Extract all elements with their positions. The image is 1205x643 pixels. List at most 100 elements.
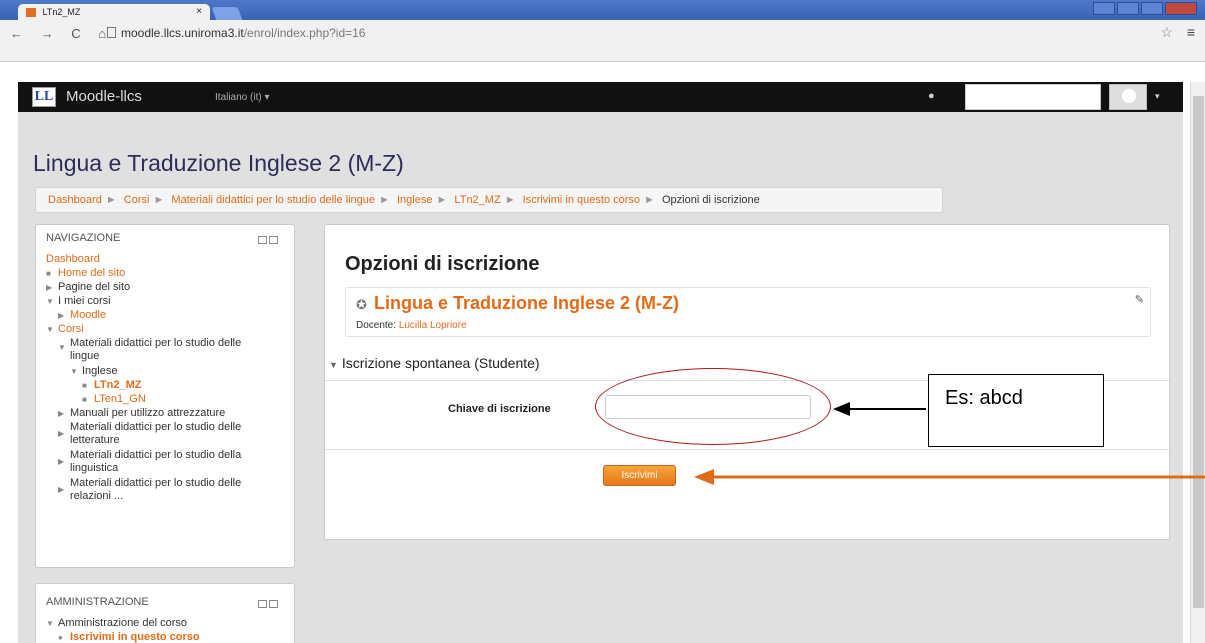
browser-nav-buttons[interactable]: ← → C ⌂	[10, 26, 113, 41]
nav-item-ltn2[interactable]: ■ LTn2_MZ	[46, 379, 246, 393]
nav-label: Corsi	[58, 323, 84, 335]
breadcrumb-current: Opzioni di iscrizione	[661, 194, 760, 206]
admin-label: Amministrazione del corso	[58, 617, 187, 629]
dock-icon[interactable]	[269, 600, 278, 608]
admin-item-course[interactable]: ▼ Amministrazione del corso	[46, 617, 200, 631]
nav-label: Pagine del sito	[58, 281, 131, 293]
user-icon[interactable]	[1093, 2, 1115, 15]
breadcrumb-item[interactable]: Materiali didattici per lo studio delle …	[171, 194, 375, 206]
page-heading: Opzioni di iscrizione	[345, 253, 540, 275]
address-bar[interactable]: moodle.llcs.uniroma3.it/enrol/index.php?…	[107, 26, 365, 40]
collapse-icon[interactable]	[258, 236, 267, 244]
breadcrumb-separator-icon: ►	[504, 194, 516, 206]
breadcrumb-separator-icon: ►	[644, 194, 655, 206]
nav-label: Manuali per utilizzo attrezzature	[70, 407, 226, 419]
teacher-link[interactable]: Lucilla Lopriore	[399, 320, 467, 331]
dock-icon[interactable]	[269, 236, 278, 244]
expand-icon: ▶	[58, 485, 65, 494]
divider	[325, 449, 1169, 450]
nav-item-dashboard[interactable]: Dashboard	[46, 253, 246, 267]
browser-toolbar: ← → C ⌂ moodle.llcs.uniroma3.it/enrol/in…	[0, 20, 1205, 62]
page-scrollbar[interactable]	[1190, 82, 1205, 643]
moodle-navbar: LL Moodle-llcs Italiano (it) ▾ ● ▾	[18, 82, 1183, 112]
nav-item-letterature[interactable]: ▶ Materiali didattici per lo studio delle…	[46, 421, 246, 449]
tab-close-icon[interactable]: ×	[196, 6, 202, 17]
expand-icon: ▶	[46, 283, 53, 292]
close-window-icon[interactable]	[1165, 2, 1197, 15]
bullet-icon: ■	[82, 381, 87, 390]
nav-label: Home del sito	[58, 267, 126, 279]
annotation-note: Es: abcd	[928, 374, 1104, 447]
breadcrumb-separator-icon: ►	[105, 194, 117, 206]
breadcrumb: Dashboard ► Corsi ► Materiali didattici pe…	[35, 187, 943, 213]
browser-titlebar: LTn2_MZ ×	[0, 0, 1205, 21]
collapse-arrow-icon: ▼	[46, 297, 54, 306]
enrol-section-header[interactable]: ▼ Iscrizione spontanea (Studente)	[329, 355, 540, 371]
site-brand[interactable]: Moodle-llcs	[66, 88, 142, 105]
block-title: NAVIGAZIONE	[46, 232, 121, 244]
breadcrumb-separator-icon: ►	[153, 194, 165, 206]
nav-item-courses[interactable]: ▼ Corsi	[46, 323, 246, 337]
user-menu-caret-icon[interactable]: ▾	[1155, 91, 1160, 102]
nav-item-inglese[interactable]: ▼ Inglese	[46, 365, 246, 379]
browser-tab[interactable]: LTn2_MZ ×	[18, 4, 210, 21]
admin-item-enrol[interactable]: ● Iscrivimi in questo corso	[46, 631, 200, 643]
site-logo[interactable]: LL	[32, 87, 56, 107]
breadcrumb-item[interactable]: Dashboard	[48, 194, 102, 206]
collapse-icon[interactable]	[258, 600, 267, 608]
scrollbar-thumb[interactable]	[1193, 96, 1204, 608]
administration-block: AMMINISTRAZIONE ▼ Amministrazione del cor…	[35, 583, 295, 643]
block-controls	[258, 599, 280, 608]
new-tab-button[interactable]	[211, 7, 243, 20]
moodle-favicon-icon	[26, 8, 36, 18]
nav-label: I miei corsi	[58, 295, 111, 307]
expand-icon: ▶	[58, 311, 65, 320]
course-name-link[interactable]: Lingua e Traduzione Inglese 2 (M-Z)	[374, 293, 679, 314]
block-controls	[258, 235, 280, 244]
nav-item-lten1[interactable]: ■ LTen1_GN	[46, 393, 246, 407]
nav-item-linguistica[interactable]: ▶ Materiali didattici per lo studio della…	[46, 449, 246, 477]
collapse-arrow-icon: ▼	[46, 325, 54, 334]
nav-item-site-pages[interactable]: ▶ Pagine del sito	[46, 281, 246, 295]
breadcrumb-separator-icon: ►	[379, 194, 390, 206]
nav-label: Inglese	[82, 365, 118, 377]
language-menu[interactable]: Italiano (it) ▾	[215, 92, 269, 103]
breadcrumb-item[interactable]: Iscrivimi in questo corso	[523, 194, 640, 206]
nav-item-home[interactable]: ■ Home del sito	[46, 267, 246, 281]
minimize-icon[interactable]	[1117, 2, 1139, 15]
teacher-label: Docente:	[356, 320, 397, 331]
navbar-search-input[interactable]	[965, 84, 1101, 110]
browser-menu-icon[interactable]: ≡	[1187, 24, 1195, 40]
bookmark-star-icon[interactable]: ☆	[1160, 24, 1173, 41]
tab-title: LTn2_MZ	[42, 7, 81, 17]
nav-label: Moodle	[70, 309, 107, 321]
enrol-button[interactable]: Iscrivimi	[603, 465, 676, 486]
page-icon	[107, 27, 116, 38]
key-label: Chiave di iscrizione	[448, 403, 551, 415]
highlight-ellipse	[595, 368, 831, 445]
admin-label: Iscrivimi in questo corso	[70, 631, 200, 643]
nav-item-my-courses[interactable]: ▼ I miei corsi	[46, 295, 246, 309]
breadcrumb-separator-icon: ►	[436, 194, 448, 206]
enrol-icon: ●	[58, 633, 63, 642]
expand-icon: ▶	[58, 457, 65, 466]
nav-item-moodle[interactable]: ▶ Moodle	[46, 309, 246, 323]
nav-label: LTn2_MZ	[94, 379, 142, 391]
nav-label: LTen1_GN	[94, 393, 146, 405]
notification-icon[interactable]: ●	[928, 90, 935, 102]
breadcrumb-item[interactable]: Inglese	[397, 194, 432, 206]
user-avatar[interactable]	[1109, 84, 1147, 110]
maximize-icon[interactable]	[1141, 2, 1163, 15]
edit-icon[interactable]: ✎	[1135, 293, 1144, 306]
nav-label: Materiali didattici per lo studio delle …	[70, 477, 242, 502]
nav-item-relazioni[interactable]: ▶ Materiali didattici per lo studio delle…	[46, 477, 246, 505]
breadcrumb-item[interactable]: Corsi	[124, 194, 150, 206]
nav-label: Materiali didattici per lo studio delle …	[70, 337, 242, 362]
section-title: Iscrizione spontanea (Studente)	[341, 355, 540, 371]
nav-label: Materiali didattici per lo studio della …	[70, 449, 242, 474]
url-host: moodle.llcs.uniroma3.it	[121, 26, 244, 40]
nav-item-lingue[interactable]: ▼ Materiali didattici per lo studio delle…	[46, 337, 246, 365]
nav-item-manuali[interactable]: ▶ Manuali per utilizzo attrezzature	[46, 407, 246, 421]
window-controls	[1093, 2, 1197, 15]
breadcrumb-item[interactable]: LTn2_MZ	[454, 194, 500, 206]
